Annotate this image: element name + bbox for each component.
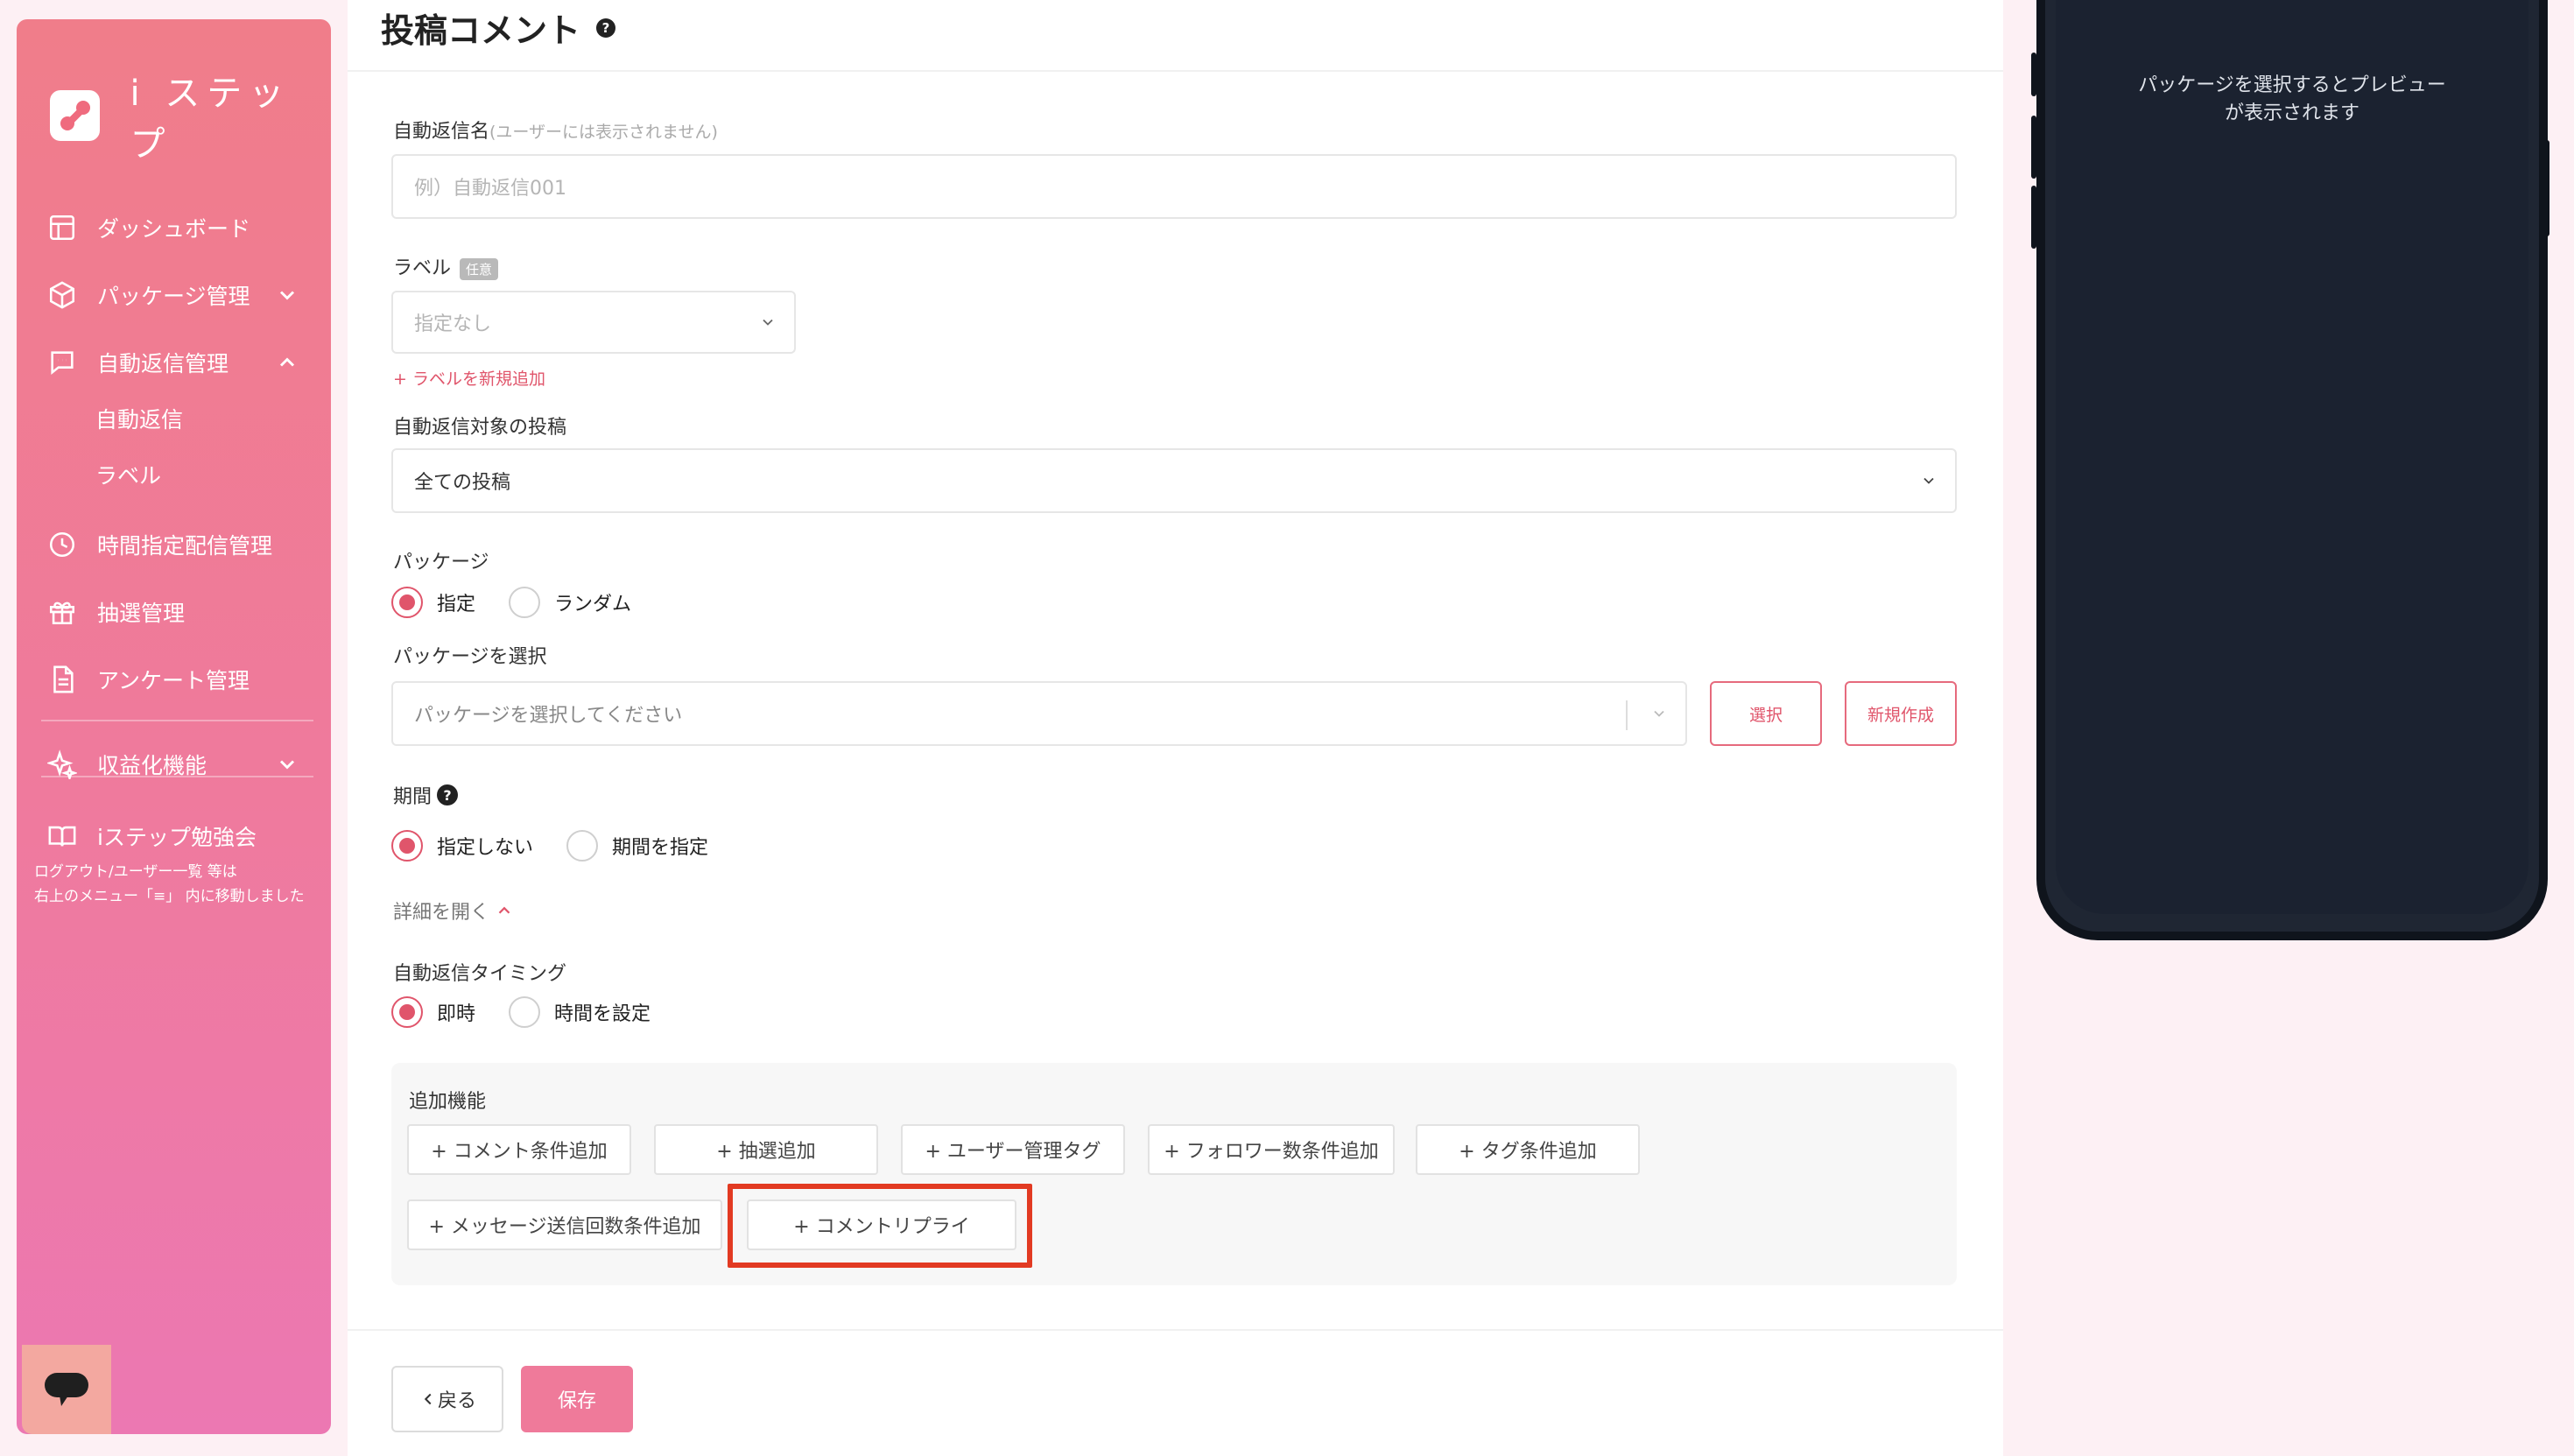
target-post-label: 自動返信対象の投稿 [393, 417, 567, 439]
preview-placeholder: パッケージを選択するとプレビュー が表示されます [2138, 74, 2446, 124]
footer-divider [348, 1329, 2003, 1331]
name-input[interactable]: 例）自動返信001 [391, 154, 1957, 219]
timing-label: 自動返信タイミング [393, 963, 567, 985]
phone-preview: パッケージを選択するとプレビュー が表示されます [2036, 0, 2548, 940]
main-content: 投稿コメント ? 自動返信名(ユーザーには表示されません) 例）自動返信001 … [348, 0, 2003, 1456]
radio-unselected[interactable] [566, 830, 599, 862]
timing-option-immediate[interactable]: 即時 [391, 996, 475, 1028]
extras-panel: 追加機能 + コメント条件追加 + 抽選追加 + ユーザー管理タグ + フォロワ… [391, 1063, 1957, 1285]
help-icon[interactable]: ? [596, 18, 616, 38]
package-option-specified[interactable]: 指定 [391, 587, 475, 618]
sidebar-item-label: 自動返信管理 [97, 351, 229, 376]
package-select[interactable]: パッケージを選択してください [391, 681, 1687, 746]
help-icon[interactable]: ? [437, 784, 459, 805]
select-package-button[interactable]: 選択 [1710, 681, 1822, 746]
page-title: 投稿コメント ? [381, 4, 616, 52]
chevron-down-icon[interactable] [275, 752, 299, 777]
extras-label: 追加機能 [409, 1091, 487, 1113]
logo-icon [50, 90, 101, 141]
radio-selected[interactable] [391, 587, 423, 618]
label-field-label: ラベル 任意 [393, 252, 499, 280]
brand-name: i ステップ [130, 74, 292, 165]
sidebar-item-label: ダッシュボード [97, 216, 251, 242]
header-divider [348, 70, 2003, 72]
sidebar: i ステップ ダッシュボード パッケージ管理 自動返信管理 自動返信 ラベル 時… [17, 19, 331, 1434]
period-radio-group: 指定しない 期間を指定 [391, 830, 742, 862]
sidebar-item-label: 時間指定配信管理 [97, 533, 273, 559]
period-option-none[interactable]: 指定しない [391, 830, 533, 862]
brand-logo[interactable]: i ステップ [50, 65, 331, 166]
new-package-button[interactable]: 新規作成 [1845, 681, 1957, 746]
target-post-select[interactable]: 全ての投稿 [391, 448, 1957, 513]
name-label: 自動返信名(ユーザーには表示されません) [393, 121, 718, 143]
optional-badge: 任意 [460, 257, 499, 280]
phone-screen: パッケージを選択するとプレビュー が表示されます [2056, 0, 2528, 914]
package-select-label: パッケージを選択 [393, 646, 547, 668]
chevron-down-icon [1923, 477, 1934, 484]
label-select[interactable]: 指定なし [391, 291, 796, 354]
add-user-tag-button[interactable]: + ユーザー管理タグ [901, 1124, 1125, 1175]
chevron-left-icon [424, 1393, 432, 1405]
radio-selected[interactable] [391, 996, 423, 1028]
chevron-down-icon [763, 319, 773, 326]
add-comment-condition-button[interactable]: + コメント条件追加 [407, 1124, 631, 1175]
add-label-link[interactable]: + ラベルを新規追加 [393, 366, 545, 390]
support-chat-button[interactable] [22, 1345, 111, 1434]
highlight-box [728, 1184, 1032, 1268]
sidebar-subitem-label[interactable]: ラベル [95, 457, 161, 492]
book-icon [45, 819, 80, 854]
sidebar-item-scheduled[interactable]: 時間指定配信管理 [45, 520, 303, 569]
chevron-down-icon[interactable] [275, 283, 299, 307]
sidebar-note: ログアウト/ユーザー一覧 等は 右上のメニュー「≡」 内に移動しました [34, 863, 305, 905]
add-tag-condition-button[interactable]: + タグ条件追加 [1416, 1124, 1640, 1175]
back-button[interactable]: 戻る [391, 1366, 503, 1432]
sidebar-subitem-auto-reply[interactable]: 自動返信 [95, 401, 183, 436]
sidebar-item-packages[interactable]: パッケージ管理 [45, 271, 303, 320]
radio-selected[interactable] [391, 830, 423, 862]
add-lottery-button[interactable]: + 抽選追加 [654, 1124, 878, 1175]
chat-icon [45, 345, 80, 380]
speech-bubble-icon [45, 1373, 88, 1406]
gift-icon [45, 594, 80, 630]
period-label: 期間 ? [393, 781, 459, 809]
add-message-count-condition-button[interactable]: + メッセージ送信回数条件追加 [407, 1199, 722, 1250]
timing-radio-group: 即時 時間を設定 [391, 996, 684, 1028]
sidebar-item-lottery[interactable]: 抽選管理 [45, 587, 303, 637]
select-separator [1626, 700, 1628, 730]
chevron-up-icon[interactable] [275, 350, 299, 375]
package-label: パッケージ [393, 552, 489, 573]
sidebar-item-label: アンケート管理 [97, 668, 250, 693]
chevron-up-icon [498, 906, 510, 914]
sidebar-item-label: 抽選管理 [97, 601, 186, 626]
add-follower-condition-button[interactable]: + フォロワー数条件追加 [1148, 1124, 1395, 1175]
package-option-random[interactable]: ランダム [509, 587, 631, 618]
timing-option-set-time[interactable]: 時間を設定 [509, 996, 651, 1028]
radio-unselected[interactable] [509, 996, 541, 1028]
save-button[interactable]: 保存 [521, 1366, 633, 1432]
package-icon [45, 278, 80, 313]
dashboard-icon [45, 210, 80, 245]
clock-icon [45, 527, 80, 562]
sidebar-divider [41, 776, 313, 777]
radio-unselected[interactable] [509, 587, 541, 618]
package-radio-group: 指定 ランダム [391, 587, 665, 618]
document-icon [45, 662, 80, 697]
sidebar-item-label: iステップ勉強会 [97, 825, 257, 850]
sidebar-item-study[interactable]: iステップ勉強会 [45, 812, 303, 861]
sidebar-divider [41, 720, 313, 721]
sidebar-item-monetize[interactable]: 収益化機能 [45, 740, 303, 789]
sidebar-item-dashboard[interactable]: ダッシュボード [45, 203, 303, 252]
sidebar-item-label: パッケージ管理 [97, 284, 250, 309]
period-option-specify[interactable]: 期間を指定 [566, 830, 708, 862]
details-toggle[interactable]: 詳細を開く [393, 897, 514, 925]
sidebar-item-auto-reply[interactable]: 自動返信管理 [45, 338, 303, 387]
sidebar-item-survey[interactable]: アンケート管理 [45, 655, 303, 704]
chevron-down-icon [1654, 710, 1664, 717]
